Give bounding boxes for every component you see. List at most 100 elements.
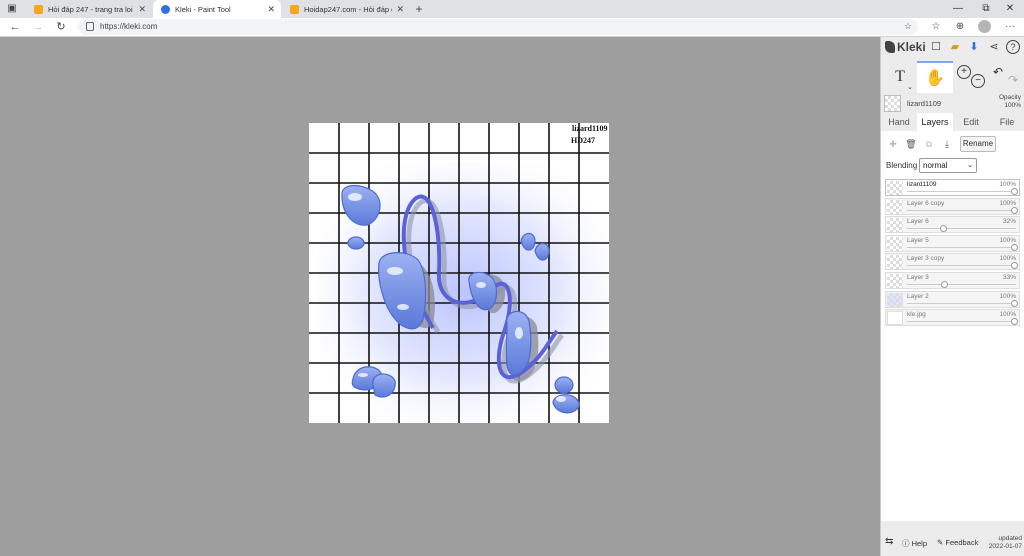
hand-tool-button[interactable]: ✋ — [917, 61, 953, 93]
layer-opacity-slider[interactable] — [907, 191, 1016, 192]
add-layer-button[interactable]: ✚ — [886, 136, 900, 152]
blending-select[interactable]: normal ⌄ — [919, 158, 977, 173]
canvas-stage[interactable]: lizard1109 HD247 — [0, 37, 880, 556]
opacity-slider-handle[interactable] — [940, 225, 948, 233]
minimize-button[interactable]: — — [944, 0, 972, 18]
duplicate-layer-button[interactable]: ⧉ — [922, 136, 936, 152]
layer-opacity-slider[interactable] — [907, 321, 1016, 323]
help-link[interactable]: ⓘ Help — [902, 538, 927, 549]
close-window-button[interactable]: ✕ — [996, 0, 1024, 18]
layer-thumbnail — [887, 218, 903, 233]
layer-row[interactable]: lizard1109 100% — [885, 179, 1020, 196]
share-icon[interactable]: ⋖ — [987, 40, 1001, 54]
tab-file[interactable]: File — [989, 113, 1024, 131]
hoidap-icon — [34, 4, 43, 14]
opacity-slider-handle[interactable] — [1011, 318, 1018, 326]
watermark-text: HD247 — [571, 136, 595, 145]
tab-edit[interactable]: Edit — [953, 113, 989, 131]
redo-button[interactable]: ↷ — [1008, 73, 1018, 87]
layer-row[interactable]: Layer 2 100% — [885, 290, 1020, 308]
layer-opacity-slider[interactable] — [907, 209, 1016, 211]
artwork — [309, 123, 609, 423]
layer-row[interactable]: Layer 5 100% — [885, 234, 1020, 252]
text-tool-icon: T — [895, 68, 905, 85]
layer-name: Layer 5 — [907, 236, 929, 244]
layer-row[interactable]: Layer 6 copy 100% — [885, 197, 1020, 215]
layer-row[interactable]: Layer 6 32% — [885, 216, 1020, 234]
back-button[interactable]: ← — [7, 19, 23, 35]
tab-hoidap247-online[interactable]: Hoidap247.com - Hỏi đáp onlin ✕ — [282, 0, 410, 18]
tab-hoidap-247[interactable]: Hỏi đáp 247 - trang tra loi ✕ — [26, 0, 152, 18]
layer-opacity-slider[interactable] — [907, 302, 1016, 304]
panel-footer: ⇆ ⓘ Help ✎ Feedback updated 2022-01-07 — [881, 533, 1024, 556]
opacity-slider-handle[interactable] — [1011, 262, 1018, 270]
opacity-slider-handle[interactable] — [1011, 206, 1018, 214]
tab-close-icon[interactable]: ✕ — [138, 4, 146, 15]
layer-opacity-slider[interactable] — [907, 228, 1016, 230]
layer-row[interactable]: Layer 3 33% — [885, 272, 1020, 289]
signature-text: lizard1109 — [572, 124, 608, 133]
more-icon[interactable]: ··· — [1002, 19, 1018, 35]
url-field[interactable]: https://kleki.com ☆ — [78, 19, 918, 35]
layer-opacity: 33% — [1002, 274, 1016, 281]
layer-name: kle.jpg — [907, 311, 926, 319]
browser-tab-bar: ▣ Hỏi đáp 247 - trang tra loi ✕ Kleki - … — [0, 0, 1024, 18]
zoom-in-button[interactable]: + — [957, 65, 971, 79]
tab-close-icon[interactable]: ✕ — [267, 4, 275, 15]
tab-actions-icon[interactable]: ▣ — [4, 1, 20, 17]
layer-opacity-slider[interactable] — [907, 284, 1016, 285]
tab-title: Hỏi đáp 247 - trang tra loi — [48, 4, 133, 14]
forward-button[interactable]: → — [30, 19, 46, 35]
favorites-icon[interactable]: ☆ — [928, 19, 944, 35]
address-bar-row: ← → ↻ https://kleki.com ☆ ☆ ⊕ ··· — [0, 18, 1024, 37]
layer-thumbnail — [887, 311, 903, 326]
chevron-down-icon: ⌄ — [967, 162, 973, 169]
blending-value: normal — [923, 161, 948, 170]
opacity-slider-handle[interactable] — [941, 281, 949, 288]
tab-layers[interactable]: Layers — [917, 113, 953, 131]
layer-opacity: 32% — [1002, 218, 1016, 226]
updated-date: 2022-01-07 — [988, 543, 1022, 550]
zoom-out-button[interactable]: − — [971, 74, 985, 88]
delete-layer-icon[interactable]: 🗑 — [904, 136, 918, 152]
opacity-slider-handle[interactable] — [1011, 243, 1018, 251]
collections-icon[interactable]: ⊕ — [952, 19, 968, 35]
profile-icon[interactable] — [978, 20, 991, 33]
layer-thumbnail — [887, 236, 903, 251]
layer-thumbnail — [887, 292, 903, 307]
favorite-add-icon[interactable]: ☆ — [904, 21, 912, 32]
tab-kleki[interactable]: Kleki - Paint Tool ✕ — [153, 0, 281, 18]
layer-opacity-slider[interactable] — [907, 246, 1016, 248]
download-icon[interactable]: ⬇ — [967, 40, 981, 54]
tab-close-icon[interactable]: ✕ — [396, 4, 404, 15]
rename-button[interactable]: Rename — [960, 136, 996, 152]
tab-title: Hoidap247.com - Hỏi đáp onlin — [304, 4, 392, 14]
tool-row: T ⌄ ✋ + − ↶ ↷ — [881, 61, 1024, 93]
open-folder-icon[interactable]: ▰ — [948, 40, 962, 54]
layer-thumbnail — [887, 255, 903, 270]
new-image-icon[interactable]: ☐ — [929, 40, 943, 54]
opacity-readout: Opacity 100% — [999, 94, 1021, 110]
lock-icon — [86, 22, 94, 31]
swap-sides-icon[interactable]: ⇆ — [885, 536, 893, 547]
opacity-slider-handle[interactable] — [1011, 299, 1018, 307]
tab-hand[interactable]: Hand — [881, 113, 917, 131]
merge-down-button[interactable]: ⤓ — [940, 136, 954, 152]
layer-thumbnail — [887, 181, 903, 195]
text-tool-button[interactable]: T ⌄ — [885, 61, 915, 93]
layer-opacity-slider[interactable] — [907, 265, 1016, 267]
feedback-link[interactable]: ✎ Feedback — [937, 538, 978, 547]
new-tab-button[interactable]: + — [411, 1, 427, 17]
help-icon[interactable]: ? — [1006, 40, 1020, 54]
updated-info: updated 2022-01-07 — [989, 535, 1022, 551]
opacity-slider-handle[interactable] — [1011, 188, 1018, 195]
reload-button[interactable]: ↻ — [53, 19, 69, 35]
panel-tabs: Hand Layers Edit File — [881, 113, 1024, 131]
undo-button[interactable]: ↶ — [993, 65, 1003, 79]
drawing-canvas[interactable]: lizard1109 HD247 — [309, 123, 609, 423]
layer-row[interactable]: kle.jpg 100% — [885, 309, 1020, 327]
tab-title: Kleki - Paint Tool — [175, 4, 231, 14]
layer-row[interactable]: Layer 3 copy 100% — [885, 253, 1020, 271]
kleki-logo[interactable]: Kleki — [885, 40, 926, 54]
current-layer-name: lizard1109 — [907, 99, 942, 108]
